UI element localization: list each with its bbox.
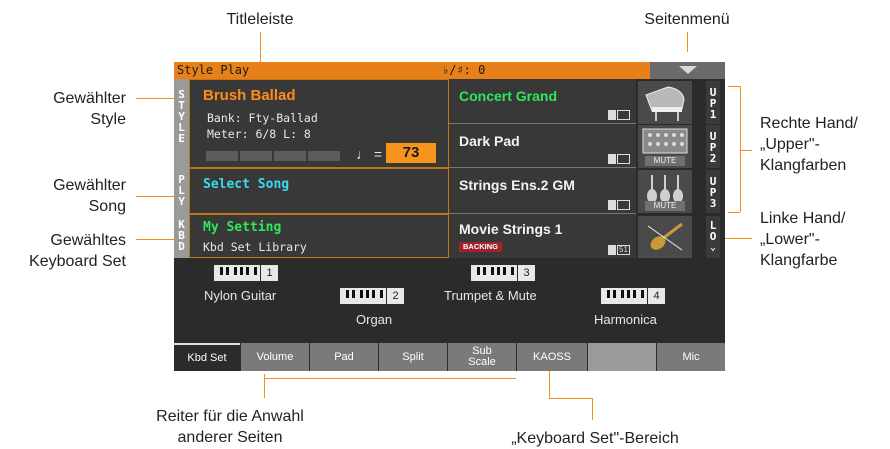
callout-line [260, 32, 261, 62]
callout-line [592, 398, 593, 420]
keyboard-icon [601, 288, 647, 304]
tab-kaoss[interactable]: KAOSS [517, 343, 587, 371]
sound-name: Movie Strings 1 [459, 221, 563, 237]
grand-piano-icon[interactable] [638, 81, 692, 124]
sound-upper1[interactable]: Concert Grand [449, 79, 636, 124]
callout-line [728, 212, 740, 213]
callout-line [740, 86, 741, 212]
style-tab[interactable]: STYLE [174, 79, 189, 168]
tempo-value[interactable]: 73 [386, 143, 436, 163]
tab-volume[interactable]: Volume [241, 343, 309, 371]
backing-badge: BACKING [459, 242, 502, 252]
callout-line [728, 86, 740, 87]
kbd-set-panel[interactable]: My Setting Kbd Set Library [189, 214, 449, 258]
callout-line [687, 32, 688, 52]
callout-upper-sounds: Rechte Hand/„Upper"- Klangfarben [760, 115, 858, 174]
sound-name: Dark Pad [459, 133, 520, 149]
sound-lower[interactable]: Movie Strings 1 BACKING 51 [449, 214, 636, 258]
triangle-down-icon [679, 66, 697, 74]
sound-name: Strings Ens.2 GM [459, 177, 575, 193]
callout-tabs: Reiter für die Anwahl anderer Seiten [156, 408, 304, 446]
tab-sub-scale[interactable]: Sub Scale [448, 343, 516, 371]
callout-line [136, 239, 176, 240]
kbd-set-name: My Setting [203, 220, 282, 235]
callout-selected-kbdset: Gewähltes Keyboard Set [29, 232, 126, 270]
style-play-screen: Style Play ♭/♯: 0 STYLE Brush Ballad Ban… [174, 62, 725, 371]
kbd-slot-label: Organ [356, 312, 393, 327]
song-name: Select Song [203, 177, 290, 192]
keyboard-indicator [608, 110, 630, 120]
page-menu-button[interactable] [650, 62, 725, 79]
callout-selected-style: Gewählter Style [53, 90, 126, 128]
style-meter: Meter: 6/8 L: 8 [207, 127, 311, 141]
callout-titlebar: Titleleiste [226, 11, 294, 28]
sound-name: Concert Grand [459, 88, 558, 104]
part-upper3[interactable]: UP3 [706, 170, 720, 213]
keyboard-icon [214, 265, 260, 281]
keyboard-icon [471, 265, 517, 281]
part-upper2[interactable]: UP2 [706, 125, 720, 168]
keyboard-icon [340, 288, 386, 304]
callout-kbd-area: „Keyboard Set"-Bereich [511, 430, 679, 447]
style-bank: Bank: Fty-Ballad [207, 111, 318, 125]
callout-page-menu: Seitenmenü [644, 11, 730, 28]
style-panel[interactable]: Brush Ballad Bank: Fty-Ballad Meter: 6/8… [189, 79, 449, 168]
violins-icon[interactable]: MUTE [638, 170, 692, 213]
kbd-slot-label: Harmonica [594, 312, 657, 327]
pad-keyboard-icon[interactable]: MUTE [638, 125, 692, 168]
callout-selected-song: Gewählter Song [53, 177, 126, 215]
tab-sub-scale-line2: Scale [468, 356, 496, 368]
keyboard-indicator [608, 154, 630, 164]
mute-badge: MUTE [645, 201, 685, 211]
part-lower[interactable]: LO ⌄ [706, 216, 720, 258]
callout-line [136, 196, 176, 197]
keyboard-indicator: 51 [608, 245, 630, 255]
kbd-set-tab[interactable]: KBD [174, 214, 189, 258]
callout-lower-sound: Linke Hand/„Lower"- Klangfarbe [760, 210, 846, 269]
mute-badge: MUTE [645, 156, 685, 166]
kbd-set-library: Kbd Set Library [203, 240, 307, 254]
tab-split[interactable]: Split [379, 343, 447, 371]
callout-line [136, 98, 176, 99]
part-upper1[interactable]: UP1 [706, 81, 720, 124]
callout-line [264, 378, 516, 379]
mode-title: Style Play [177, 63, 250, 77]
tempo-symbol: ♩ = [356, 146, 383, 162]
kbd-slot-label: Trumpet & Mute [444, 288, 537, 303]
callout-line [740, 150, 752, 151]
keyboard-set-area: 1 Nylon Guitar 2 Organ 3 Trumpet & Mute … [174, 258, 725, 343]
tab-pad[interactable]: Pad [310, 343, 378, 371]
violin-icon[interactable] [638, 216, 692, 259]
tab-mic[interactable]: Mic [657, 343, 725, 371]
sound-upper3[interactable]: Strings Ens.2 GM [449, 168, 636, 214]
sound-upper2[interactable]: Dark Pad [449, 124, 636, 168]
kbd-slot-label: Nylon Guitar [204, 288, 277, 303]
title-bar: Style Play ♭/♯: 0 [174, 62, 650, 79]
chord-sequence-slots [206, 151, 340, 161]
style-name: Brush Ballad [203, 87, 296, 104]
tab-kbd-set[interactable]: Kbd Set [174, 343, 240, 371]
chevron-down-icon: ⌄ [709, 242, 717, 253]
song-tab[interactable]: PLY [174, 168, 189, 214]
key-signature: ♭/♯: 0 [442, 63, 486, 77]
tab-empty[interactable] [588, 343, 656, 371]
keyboard-indicator [608, 200, 630, 210]
callout-line [549, 398, 593, 399]
song-panel[interactable]: Select Song [189, 168, 449, 214]
